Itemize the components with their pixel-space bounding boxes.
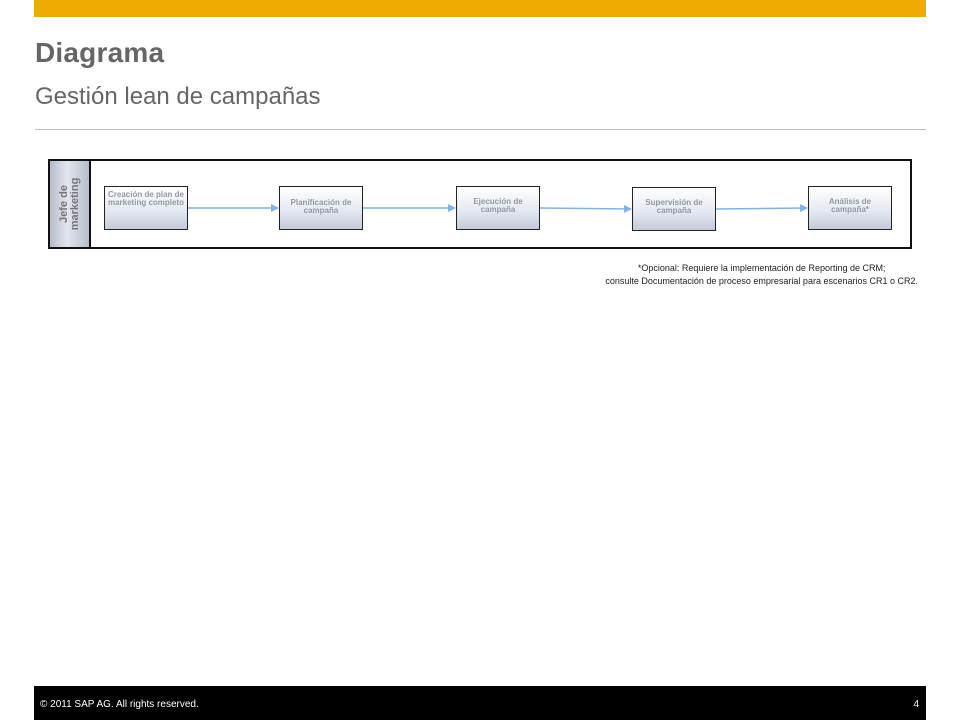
swimlane-label-line-2: marketing	[68, 177, 81, 231]
swimlane-label: Jefe de marketing	[57, 177, 81, 231]
swimlane-header: Jefe de marketing	[50, 161, 91, 247]
step-label: Creación de plan de marketing completo	[107, 190, 185, 207]
step-creacion-plan: Creación de plan de marketing completo	[104, 186, 188, 230]
page-title: Diagrama	[35, 37, 165, 68]
step-label: Supervisión de campaña	[645, 198, 703, 215]
copyright-text: © 2011 SAP AG. All rights reserved.	[40, 699, 199, 710]
footnote: *Opcional: Requiere la implementación de…	[605, 262, 918, 288]
step-analisis: Análisis de campaña*	[808, 186, 892, 230]
page-subtitle: Gestión lean de campañas	[35, 83, 321, 110]
swimlane-label-line-1: Jefe de	[57, 185, 70, 223]
page-number: 4	[913, 699, 919, 710]
step-planificacion: Planificación de campaña	[279, 186, 363, 230]
step-ejecucion: Ejecución de campaña	[456, 186, 540, 230]
top-accent-bar	[34, 0, 926, 17]
title-divider	[35, 129, 926, 130]
footnote-line-1: *Opcional: Requiere la implementación de…	[637, 263, 886, 273]
step-supervision: Supervisión de campaña	[632, 187, 716, 231]
step-label: Planificación de campaña	[290, 198, 352, 215]
step-label: Análisis de campaña*	[828, 197, 872, 214]
step-label: Ejecución de campaña	[473, 197, 523, 214]
footer-bar: © 2011 SAP AG. All rights reserved. 4	[34, 686, 926, 720]
footnote-line-2: consulte Documentación de proceso empres…	[605, 276, 918, 286]
